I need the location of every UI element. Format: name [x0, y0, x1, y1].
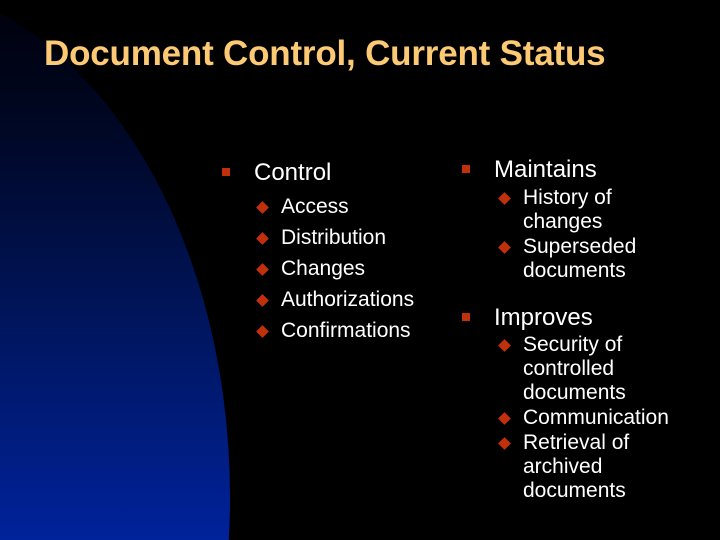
list-item-label: History of changes: [523, 185, 612, 233]
sub-bullet-list: Access Distribution Changes Authorizatio…: [222, 195, 447, 343]
list-item: History of changes: [498, 185, 694, 234]
bullet-heading-label: Control: [254, 159, 332, 186]
diamond-bullet-icon: [498, 191, 511, 205]
bullet-group-control: Control Access Distribution Changes Auth…: [222, 158, 447, 342]
list-item: Confirmations: [256, 318, 447, 343]
content-column-right: Maintains History of changes Superseded …: [462, 155, 694, 503]
list-item: Retrieval of archived documents: [498, 431, 694, 503]
bullet-heading-control: Control: [222, 158, 447, 188]
list-item-label: Retrieval of archived documents: [523, 431, 630, 502]
page-title: Document Control, Current Status: [44, 34, 606, 73]
content-column-left: Control Access Distribution Changes Auth…: [222, 158, 447, 342]
list-item-label: Confirmations: [281, 318, 411, 342]
diamond-bullet-icon: [256, 231, 269, 245]
diamond-bullet-icon: [498, 412, 511, 425]
list-item-label: Superseded documents: [523, 234, 637, 282]
list-item-label: Changes: [281, 256, 366, 280]
bullet-heading-maintains: Maintains: [462, 155, 694, 185]
diamond-bullet-icon: [256, 324, 269, 338]
diamond-bullet-icon: [498, 437, 511, 450]
list-item: Communication: [498, 406, 694, 430]
diamond-bullet-icon: [498, 339, 511, 353]
bullet-group-improves: Improves Security of controlled document…: [462, 303, 694, 503]
list-item: Access: [256, 194, 447, 219]
list-item-label: Authorizations: [281, 287, 415, 311]
list-item: Superseded documents: [498, 234, 694, 283]
diamond-bullet-icon: [256, 262, 269, 276]
diamond-bullet-icon: [256, 200, 269, 214]
bullet-heading-improves: Improves: [462, 303, 694, 333]
list-item: Authorizations: [256, 287, 447, 312]
bullet-group-maintains: Maintains History of changes Superseded …: [462, 155, 694, 283]
list-item-label: Security of controlled documents: [523, 333, 626, 405]
sub-bullet-list: History of changes Superseded documents: [462, 186, 694, 283]
diamond-bullet-icon: [498, 240, 511, 254]
list-item: Changes: [256, 256, 447, 281]
list-item-label: Communication: [523, 406, 669, 430]
square-bullet-icon: [222, 168, 230, 176]
sub-bullet-list: Security of controlled documents Communi…: [462, 333, 694, 503]
bullet-heading-label: Improves: [494, 303, 593, 331]
square-bullet-icon: [462, 312, 470, 321]
list-item-label: Distribution: [281, 225, 387, 249]
decorative-blue-arc: [0, 0, 230, 540]
square-bullet-icon: [462, 165, 470, 173]
list-item: Security of controlled documents: [498, 333, 694, 405]
bullet-heading-label: Maintains: [494, 156, 597, 183]
diamond-bullet-icon: [256, 293, 269, 307]
list-item-label: Access: [281, 194, 349, 218]
list-item: Distribution: [256, 225, 447, 250]
slide: Document Control, Current Status Control…: [0, 0, 720, 540]
